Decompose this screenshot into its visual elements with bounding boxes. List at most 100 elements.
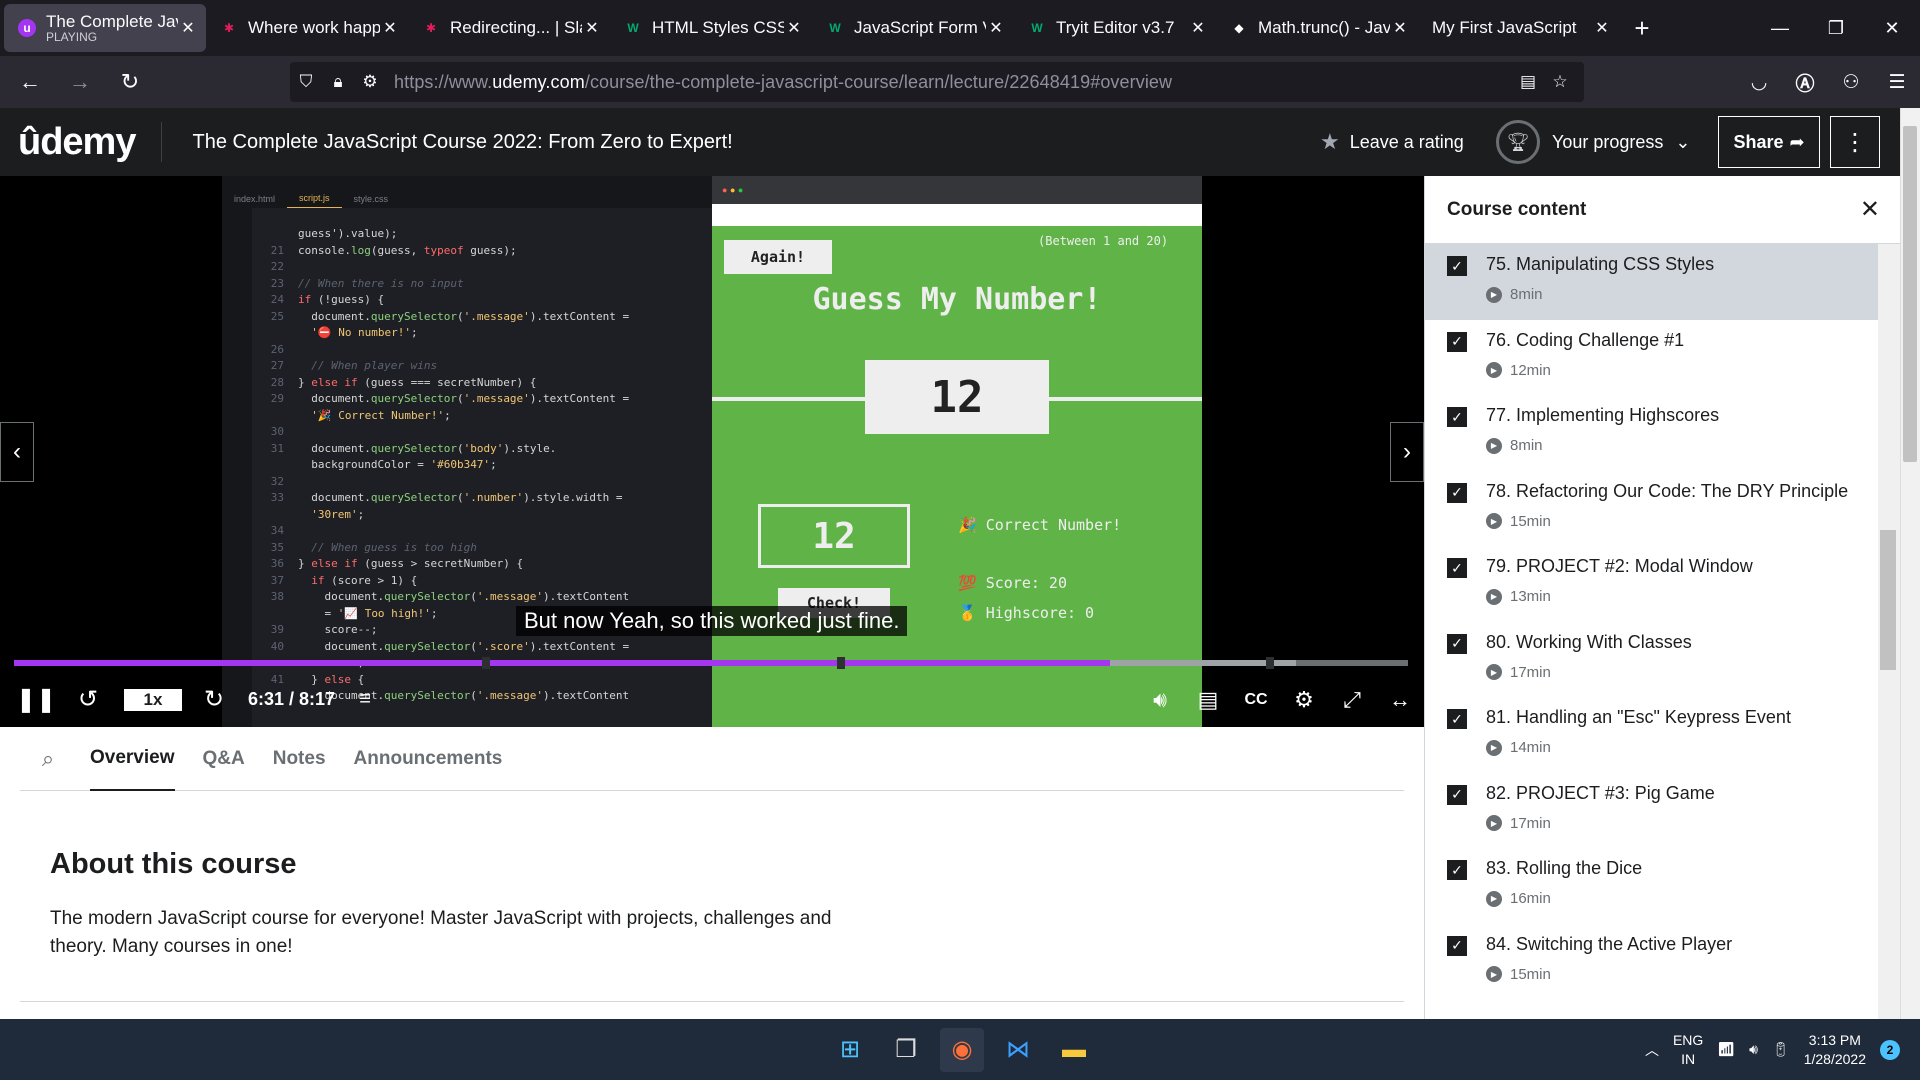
captions-icon[interactable]: CC (1232, 691, 1280, 709)
close-tab-icon[interactable]: ✕ (784, 18, 804, 38)
previous-lecture-button[interactable]: ‹ (0, 422, 34, 482)
lecture-checkbox[interactable]: ✓ (1447, 709, 1467, 729)
windows-start-icon[interactable]: ⊞ (828, 1028, 872, 1072)
lecture-checkbox[interactable]: ✓ (1447, 860, 1467, 880)
pocket-icon[interactable]: ◡ (1736, 71, 1782, 94)
tab-notes[interactable]: Notes (273, 727, 326, 791)
sidebar-scroll-thumb[interactable] (1880, 530, 1896, 670)
close-window-icon[interactable]: ✕ (1864, 0, 1920, 56)
more-options-button[interactable]: ⋮ (1830, 116, 1880, 168)
video-progress-bar[interactable] (14, 657, 1408, 669)
browser-tab-first-js[interactable]: My First JavaScript ✕ (1418, 4, 1620, 52)
show-hidden-icons-icon[interactable]: ︿ (1645, 1040, 1659, 1060)
page-scroll-thumb[interactable] (1903, 126, 1917, 462)
chevron-down-icon: ⌄ (1675, 131, 1691, 152)
lecture-item[interactable]: ✓ 77. Implementing Highscores ▶ 8min (1425, 395, 1900, 471)
pause-icon[interactable]: ❚❚ (14, 685, 58, 714)
tab-announcements[interactable]: Announcements (354, 727, 503, 791)
lecture-item[interactable]: ✓ 82. PROJECT #3: Pig Game ▶ 17min (1425, 773, 1900, 849)
rewind-5s-icon[interactable]: ↺ (66, 685, 110, 714)
add-note-icon[interactable]: ≡ (345, 688, 385, 711)
lecture-checkbox[interactable]: ✓ (1447, 482, 1467, 503)
lecture-checkbox[interactable]: ✓ (1447, 633, 1467, 654)
vscode-icon[interactable]: ⋈ (996, 1028, 1040, 1072)
lecture-checkbox[interactable]: ✓ (1447, 784, 1467, 805)
lecture-item[interactable]: ✓ 76. Coding Challenge #1 ▶ 12min (1425, 320, 1900, 396)
video-player[interactable]: index.html script.js style.css guess').v… (0, 176, 1424, 727)
system-clock[interactable]: 3:13 PM 1/28/2022 (1804, 1031, 1866, 1069)
lecture-item[interactable]: ✓ 83. Rolling the Dice ▶ 16min (1425, 848, 1900, 924)
tab-title: Redirecting... | Slac (450, 18, 582, 37)
chapter-marker (482, 657, 490, 669)
wifi-icon[interactable]: 📶︎ (1717, 1041, 1735, 1058)
close-tab-icon[interactable]: ✕ (1592, 18, 1612, 38)
reload-icon[interactable]: ↻ (110, 62, 150, 102)
lock-icon[interactable]: 🔒︎ (322, 72, 354, 92)
expand-theatre-icon[interactable]: ↔ (1376, 687, 1424, 713)
permissions-icon[interactable]: ⚙ (354, 72, 386, 92)
close-sidebar-icon[interactable]: ✕ (1860, 195, 1880, 224)
next-lecture-button[interactable]: › (1390, 422, 1424, 482)
browser-tab-tryit[interactable]: W Tryit Editor v3.7 ✕ (1014, 4, 1216, 52)
browser-tab-w3-styles[interactable]: W HTML Styles CSS ✕ (610, 4, 812, 52)
course-title[interactable]: The Complete JavaScript Course 2022: Fro… (192, 131, 732, 154)
lecture-item[interactable]: ✓ 79. PROJECT #2: Modal Window ▶ 13min (1425, 546, 1900, 622)
lecture-checkbox[interactable]: ✓ (1447, 558, 1467, 578)
lecture-duration: ▶ 15min (1486, 966, 1551, 983)
settings-gear-icon[interactable]: ⚙ (1280, 687, 1328, 713)
leave-rating-button[interactable]: ★ Leave a rating (1320, 129, 1464, 155)
browser-tab-w3-form[interactable]: W JavaScript Form Va ✕ (812, 4, 1014, 52)
share-button[interactable]: Share ➦ (1718, 116, 1820, 168)
extensions-icon[interactable]: ⚇ (1828, 71, 1874, 94)
url-text[interactable]: https://www.udemy.com/course/the-complet… (394, 72, 1172, 93)
lecture-checkbox[interactable]: ✓ (1447, 256, 1467, 276)
close-tab-icon[interactable]: ✕ (1188, 18, 1208, 38)
reader-view-icon[interactable]: ▤ (1512, 72, 1544, 92)
close-tab-icon[interactable]: ✕ (582, 18, 602, 38)
forward-5s-icon[interactable]: ↻ (192, 685, 236, 714)
transcript-icon[interactable]: ▤ (1184, 687, 1232, 713)
firefox-icon[interactable]: ◉ (940, 1027, 984, 1072)
close-tab-icon[interactable]: ✕ (1390, 18, 1410, 38)
udemy-logo[interactable]: ûdemy (18, 121, 136, 164)
close-tab-icon[interactable]: ✕ (986, 18, 1006, 38)
lecture-item[interactable]: ✓ 81. Handling an "Esc" Keypress Event ▶ 14… (1425, 697, 1900, 773)
browser-tab-slack-redirect[interactable]: ✱ Redirecting... | Slac ✕ (408, 4, 610, 52)
account-avatar-icon[interactable]: Ⓐ (1782, 69, 1828, 96)
your-progress-button[interactable]: 🏆︎ Your progress ⌄ (1496, 120, 1691, 164)
menu-hamburger-icon[interactable]: ☰ (1874, 71, 1920, 94)
minimize-icon[interactable]: — (1752, 0, 1808, 56)
language-indicator[interactable]: ENG IN (1673, 1031, 1703, 1069)
browser-tab-udemy[interactable]: u The Complete JavaPLAYING ✕ (4, 4, 206, 52)
lecture-item[interactable]: ✓ 78. Refactoring Our Code: The DRY Princ… (1425, 471, 1900, 547)
volume-icon[interactable]: 🔊︎ (1136, 687, 1184, 713)
notification-badge[interactable]: 2 (1880, 1039, 1900, 1060)
browser-tab-mdn[interactable]: ◆ Math.trunc() - Java ✕ (1216, 4, 1418, 52)
battery-icon[interactable]: 🔋︎ (1772, 1041, 1790, 1058)
lecture-item[interactable]: ✓ 80. Working With Classes ▶ 17min (1425, 622, 1900, 698)
close-tab-icon[interactable]: ✕ (178, 18, 198, 38)
lecture-item[interactable]: ✓ 75. Manipulating CSS Styles ▶ 8min (1425, 244, 1900, 320)
new-tab-button[interactable]: + (1620, 0, 1664, 56)
address-bar[interactable]: ⛉ 🔒︎ ⚙ https://www.udemy.com/course/the-… (290, 62, 1584, 102)
task-view-icon[interactable]: ❐ (884, 1028, 928, 1072)
browser-tab-slack[interactable]: ✱ Where work happe ✕ (206, 4, 408, 52)
file-explorer-icon[interactable]: ▬ (1052, 1028, 1096, 1072)
close-tab-icon[interactable]: ✕ (380, 18, 400, 38)
restore-icon[interactable]: ❐ (1808, 0, 1864, 56)
play-circle-icon: ▶ (1486, 815, 1502, 831)
volume-tray-icon[interactable]: 🔊︎ (1749, 1041, 1758, 1058)
tab-qa[interactable]: Q&A (203, 727, 245, 791)
lecture-checkbox[interactable]: ✓ (1447, 331, 1467, 352)
tracking-shield-icon[interactable]: ⛉ (290, 72, 322, 92)
lecture-item[interactable]: ✓ 84. Switching the Active Player ▶ 15min (1425, 924, 1900, 1000)
tab-overview[interactable]: Overview (90, 727, 175, 791)
playback-speed-button[interactable]: 1x (124, 688, 182, 711)
back-arrow-icon[interactable]: ← (10, 62, 50, 102)
fullscreen-icon[interactable]: ⤢ (1328, 687, 1376, 713)
lecture-checkbox[interactable]: ✓ (1447, 935, 1467, 956)
search-icon[interactable]: ⌕ (20, 746, 76, 772)
bookmark-star-icon[interactable]: ☆ (1544, 72, 1576, 92)
forward-arrow-icon[interactable]: → (60, 62, 100, 102)
lecture-checkbox[interactable]: ✓ (1447, 407, 1467, 427)
